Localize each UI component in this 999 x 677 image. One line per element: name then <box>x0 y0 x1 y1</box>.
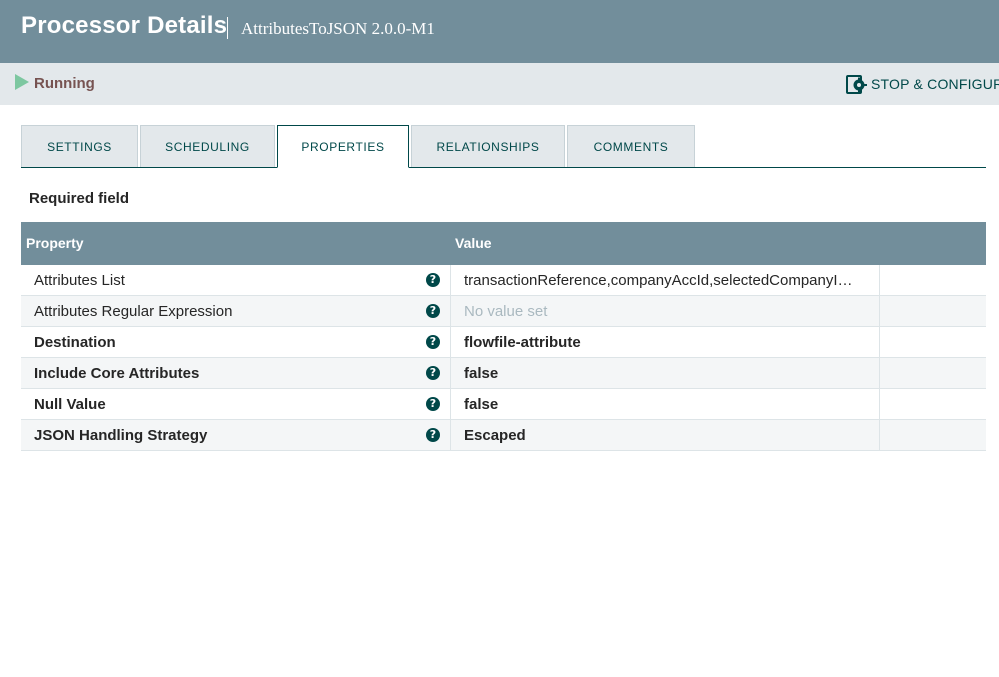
property-name: Null Value <box>34 396 106 413</box>
property-value[interactable]: false <box>464 365 868 382</box>
column-divider <box>879 296 880 327</box>
tab-relationships[interactable]: RELATIONSHIPS <box>411 125 565 167</box>
play-icon <box>15 74 29 90</box>
table-header: Property Value <box>21 222 986 265</box>
property-name: Attributes Regular Expression <box>34 303 233 320</box>
column-divider <box>879 327 880 358</box>
column-divider <box>450 358 451 389</box>
property-value[interactable]: flowfile-attribute <box>464 334 868 351</box>
tab-properties[interactable]: PROPERTIES <box>277 125 409 168</box>
table-row[interactable]: Attributes List ? transactionReference,c… <box>21 265 986 296</box>
column-divider <box>450 389 451 420</box>
property-name: JSON Handling Strategy <box>34 427 208 444</box>
property-value[interactable]: transactionReference,companyAccId,select… <box>464 272 868 289</box>
property-name: Attributes List <box>34 272 125 289</box>
help-icon[interactable]: ? <box>426 366 440 380</box>
property-value[interactable]: false <box>464 396 868 413</box>
column-divider <box>450 327 451 358</box>
run-status-text: Running <box>34 75 95 92</box>
column-divider <box>879 358 880 389</box>
tab-settings[interactable]: SETTINGS <box>21 125 138 167</box>
tab-comments[interactable]: COMMENTS <box>567 125 695 167</box>
properties-table: Property Value Attributes List ? transac… <box>21 222 986 451</box>
processor-type: AttributesToJSON 2.0.0-M1 <box>241 19 435 38</box>
table-body: Attributes List ? transactionReference,c… <box>21 265 986 451</box>
table-row[interactable]: Include Core Attributes ? false <box>21 358 986 389</box>
column-divider <box>450 420 451 451</box>
property-name: Destination <box>34 334 116 351</box>
table-row[interactable]: Destination ? flowfile-attribute <box>21 327 986 358</box>
column-header-property[interactable]: Property <box>26 235 84 251</box>
property-name: Include Core Attributes <box>34 365 200 382</box>
help-icon[interactable]: ? <box>426 335 440 349</box>
table-row[interactable]: Null Value ? false <box>21 389 986 420</box>
dialog-title: Processor Details <box>21 12 228 39</box>
dialog-header: Processor Details AttributesToJSON 2.0.0… <box>0 0 999 63</box>
title-divider <box>227 17 228 39</box>
stop-configure-label: STOP & CONFIGURE <box>871 76 999 92</box>
column-divider <box>450 265 451 296</box>
help-icon[interactable]: ? <box>426 273 440 287</box>
status-bar: Running STOP & CONFIGURE <box>0 63 999 105</box>
table-row[interactable]: JSON Handling Strategy ? Escaped <box>21 420 986 451</box>
tab-bar: SETTINGS SCHEDULING PROPERTIES RELATIONS… <box>21 125 986 168</box>
column-divider <box>879 265 880 296</box>
column-divider <box>879 420 880 451</box>
required-field-label: Required field <box>29 190 130 207</box>
property-value[interactable]: Escaped <box>464 427 868 444</box>
stop-configure-icon <box>846 74 867 94</box>
help-icon[interactable]: ? <box>426 397 440 411</box>
stop-and-configure-button[interactable]: STOP & CONFIGURE <box>846 73 999 95</box>
tab-scheduling[interactable]: SCHEDULING <box>140 125 275 167</box>
help-icon[interactable]: ? <box>426 428 440 442</box>
column-header-value[interactable]: Value <box>455 235 492 251</box>
column-divider <box>450 296 451 327</box>
table-row[interactable]: Attributes Regular Expression ? No value… <box>21 296 986 327</box>
help-icon[interactable]: ? <box>426 304 440 318</box>
property-value[interactable]: No value set <box>464 303 868 320</box>
column-divider <box>879 389 880 420</box>
